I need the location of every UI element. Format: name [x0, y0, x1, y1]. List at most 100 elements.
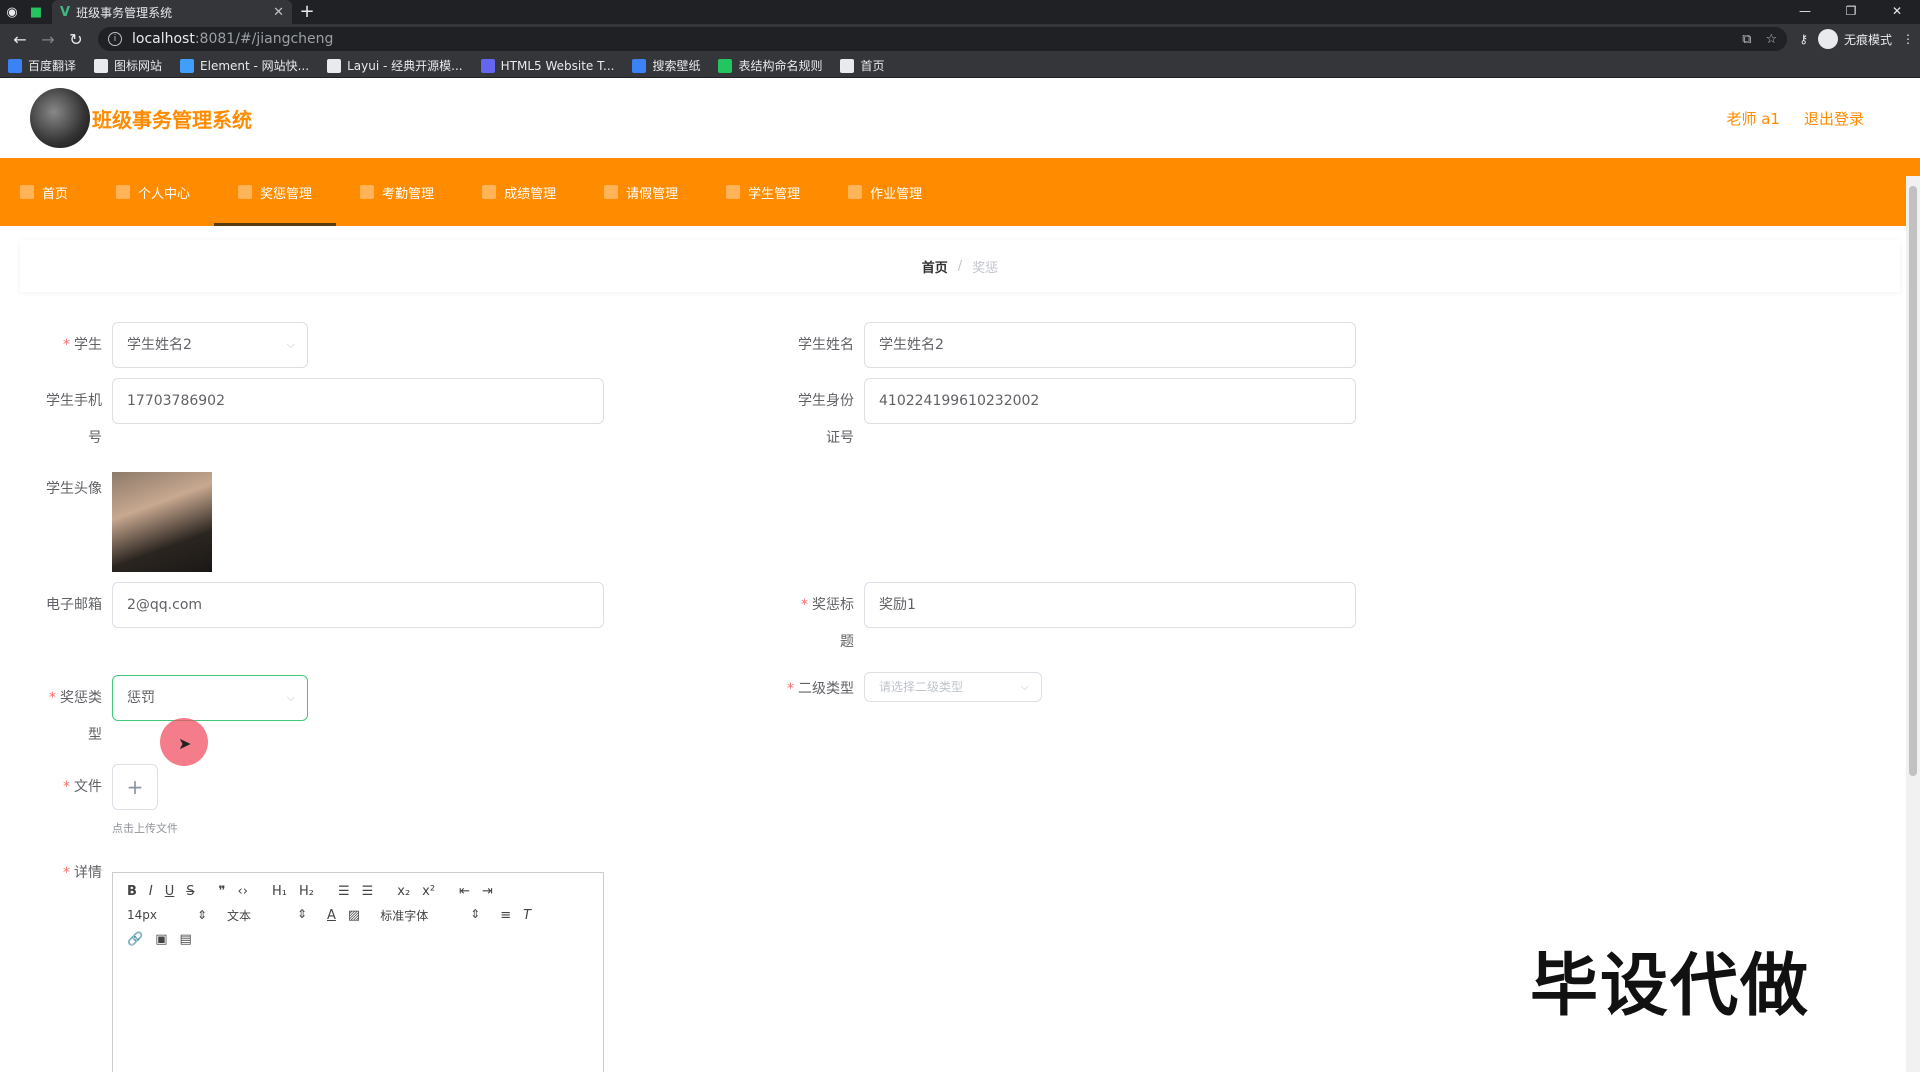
menu-item[interactable]: 考勤管理: [336, 158, 458, 226]
key-icon[interactable]: ⚷: [1799, 32, 1808, 46]
link-icon[interactable]: 🔗: [127, 932, 143, 947]
menu-item-icon: [360, 185, 375, 199]
bookmark-item[interactable]: 首页: [840, 57, 885, 74]
video-icon[interactable]: ▤: [179, 932, 191, 947]
forward-icon[interactable]: →: [34, 30, 62, 49]
outdent-icon[interactable]: ⇤: [459, 884, 470, 899]
header-select[interactable]: 文本 ⇕: [227, 907, 307, 924]
bookmark-item[interactable]: 表结构命名规则: [718, 57, 822, 74]
italic-icon[interactable]: I: [149, 884, 153, 899]
logout-link[interactable]: 退出登录: [1804, 108, 1864, 129]
rich-text-editor[interactable]: B I U S ❞ ‹› H₁ H₂ ☰ ☰ x₂ x² ⇤ ⇥ 14px ⇕ …: [112, 872, 604, 1072]
font-color-icon[interactable]: A: [327, 908, 336, 923]
url-host: localhost: [132, 31, 195, 47]
new-tab-icon[interactable]: +: [292, 0, 322, 24]
bookmark-item[interactable]: HTML5 Website T...: [480, 58, 614, 73]
phone-label-cont: 号: [88, 430, 102, 446]
incognito-indicator[interactable]: 无痕模式: [1817, 29, 1892, 49]
menu-item-label: 考勤管理: [382, 186, 435, 202]
bookmark-label: 表结构命名规则: [738, 59, 823, 73]
menu-item[interactable]: 成绩管理: [458, 158, 580, 226]
code-icon[interactable]: ‹›: [238, 884, 248, 899]
sub-type-select[interactable]: 请选择二级类型 ⌵: [864, 672, 1042, 702]
font-family-select[interactable]: 标准字体 ⇕: [380, 907, 480, 924]
background-color-icon[interactable]: ▨: [348, 908, 360, 923]
bookmarks-bar: 百度翻译 图标网站 Element - 网站快... Layui - 经典开源模...…: [0, 54, 1920, 78]
menu-item[interactable]: 首页: [20, 158, 92, 226]
more-menu-icon[interactable]: ⋮: [1902, 32, 1914, 46]
sub-type-label: * 二级类型: [787, 681, 854, 697]
back-icon[interactable]: ←: [6, 30, 34, 49]
window-close-icon[interactable]: ✕: [1874, 0, 1920, 24]
underline-icon[interactable]: U: [165, 884, 175, 899]
scrollbar-thumb[interactable]: [1909, 186, 1917, 776]
detail-label: * 详情: [63, 865, 102, 881]
h2-icon[interactable]: H₂: [299, 884, 314, 899]
bookmark-favicon-icon: [840, 58, 855, 73]
pinned-tab-icon[interactable]: ■: [24, 0, 48, 24]
superscript-icon[interactable]: x²: [422, 884, 435, 899]
email-label: 电子邮箱: [46, 597, 102, 613]
menu-item-icon: [604, 185, 619, 199]
upload-hint: 点击上传文件: [112, 822, 178, 835]
tab-close-icon[interactable]: ✕: [273, 5, 284, 20]
menu-item-label: 个人中心: [138, 186, 191, 202]
menu-item[interactable]: 请假管理: [580, 158, 702, 226]
bookmark-item[interactable]: 百度翻译: [8, 57, 76, 74]
bookmark-favicon-icon: [327, 58, 342, 73]
font-size-select[interactable]: 14px ⇕: [127, 908, 207, 922]
translate-icon[interactable]: ⧉: [1742, 32, 1751, 47]
student-label: * 学生: [63, 337, 102, 353]
avatar-label: 学生头像: [46, 481, 102, 497]
menu-item-icon: [482, 185, 497, 199]
upload-plus-icon[interactable]: +: [112, 764, 158, 810]
idcard-input[interactable]: 410224199610232002: [864, 378, 1356, 424]
menu-item-icon: [726, 185, 741, 199]
bold-icon[interactable]: B: [127, 884, 137, 899]
indent-icon[interactable]: ⇥: [482, 884, 493, 899]
reload-icon[interactable]: ↻: [62, 30, 90, 49]
student-name-input[interactable]: 学生姓名2: [864, 322, 1356, 368]
reward-title-input[interactable]: 奖励1: [864, 582, 1356, 628]
menu-item[interactable]: 作业管理: [824, 158, 946, 226]
menu-item[interactable]: 奖惩管理: [214, 158, 337, 226]
restore-icon[interactable]: ❐: [1828, 0, 1874, 24]
bookmark-item[interactable]: 搜索壁纸: [632, 57, 700, 74]
chevron-down-icon: ⌵: [1020, 680, 1029, 693]
image-icon[interactable]: ▣: [155, 932, 167, 947]
clear-format-icon[interactable]: T: [523, 908, 531, 923]
bookmark-favicon-icon: [180, 58, 195, 73]
bookmark-item[interactable]: Layui - 经典开源模...: [327, 57, 463, 74]
student-avatar-image[interactable]: [112, 472, 212, 572]
phone-input[interactable]: 17703786902: [112, 378, 604, 424]
minimize-icon[interactable]: —: [1782, 0, 1828, 24]
site-info-icon[interactable]: i: [108, 32, 122, 46]
menu-item[interactable]: 个人中心: [92, 158, 214, 226]
strike-icon[interactable]: S: [186, 884, 194, 899]
menu-item-label: 首页: [42, 186, 69, 202]
bullet-list-icon[interactable]: ☰: [362, 884, 374, 899]
bookmark-item[interactable]: 图标网站: [94, 57, 162, 74]
ordered-list-icon[interactable]: ☰: [338, 884, 350, 899]
editor-toolbar-row-1: B I U S ❞ ‹› H₁ H₂ ☰ ☰ x₂ x² ⇤ ⇥: [113, 879, 603, 903]
bookmark-star-icon[interactable]: ☆: [1766, 32, 1778, 47]
subscript-icon[interactable]: x₂: [397, 884, 410, 899]
browser-tab-active[interactable]: V 班级事务管理系统 ✕: [52, 0, 292, 24]
bookmark-favicon-icon: [718, 58, 733, 73]
breadcrumb-home[interactable]: 首页: [922, 257, 948, 276]
menu-item-label: 奖惩管理: [260, 186, 313, 202]
user-name[interactable]: 老师 a1: [1726, 108, 1780, 129]
url-bar[interactable]: i localhost:8081/#/jiangcheng ⧉ ☆: [98, 27, 1788, 51]
student-select[interactable]: 学生姓名2 ⌵: [112, 322, 308, 368]
align-icon[interactable]: ≡: [500, 908, 511, 923]
page-scrollbar[interactable]: [1906, 176, 1920, 1072]
blockquote-icon[interactable]: ❞: [219, 884, 226, 899]
menu-item-icon: [238, 185, 253, 199]
reward-type-select[interactable]: 惩罚 ⌵: [112, 675, 308, 721]
browser-menu-icon[interactable]: ◉: [0, 0, 24, 24]
email-input[interactable]: 2@qq.com: [112, 582, 604, 628]
bookmark-item[interactable]: Element - 网站快...: [180, 57, 309, 74]
menu-item[interactable]: 学生管理: [702, 158, 824, 226]
h1-icon[interactable]: H₁: [272, 884, 287, 899]
browser-tabbar: ◉ ■ V 班级事务管理系统 ✕ + — ❐ ✕: [0, 0, 1920, 24]
